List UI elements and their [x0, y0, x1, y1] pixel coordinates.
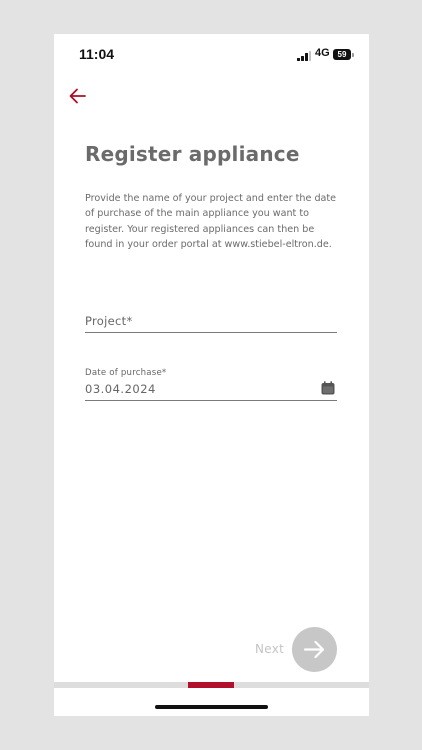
step-progress-indicator — [188, 682, 234, 688]
date-field-label: Date of purchase* — [85, 368, 167, 378]
date-field-value: 03.04.2024 — [85, 382, 156, 396]
back-button[interactable] — [66, 84, 90, 108]
phone-screen: 11:04 4G 59 Register appliance Provide t… — [54, 34, 369, 716]
arrow-right-icon — [303, 640, 325, 659]
status-time: 11:04 — [79, 46, 115, 62]
network-type: 4G — [315, 47, 330, 59]
arrow-left-icon — [69, 88, 86, 104]
project-field-label: Project* — [85, 314, 133, 328]
calendar-icon[interactable] — [321, 381, 335, 395]
battery-level: 59 — [337, 50, 347, 59]
next-button[interactable] — [292, 627, 337, 672]
date-of-purchase-field[interactable]: Date of purchase* 03.04.2024 — [85, 364, 337, 401]
home-indicator[interactable] — [155, 705, 268, 709]
page-title: Register appliance — [85, 142, 300, 166]
status-bar: 11:04 4G 59 — [54, 34, 369, 74]
next-label[interactable]: Next — [255, 642, 284, 656]
project-field[interactable]: Project* — [85, 310, 337, 333]
battery-icon: 59 — [333, 49, 354, 60]
signal-icon — [297, 51, 311, 61]
step-progress-bar — [54, 682, 369, 688]
page-description: Provide the name of your project and ent… — [85, 193, 337, 250]
